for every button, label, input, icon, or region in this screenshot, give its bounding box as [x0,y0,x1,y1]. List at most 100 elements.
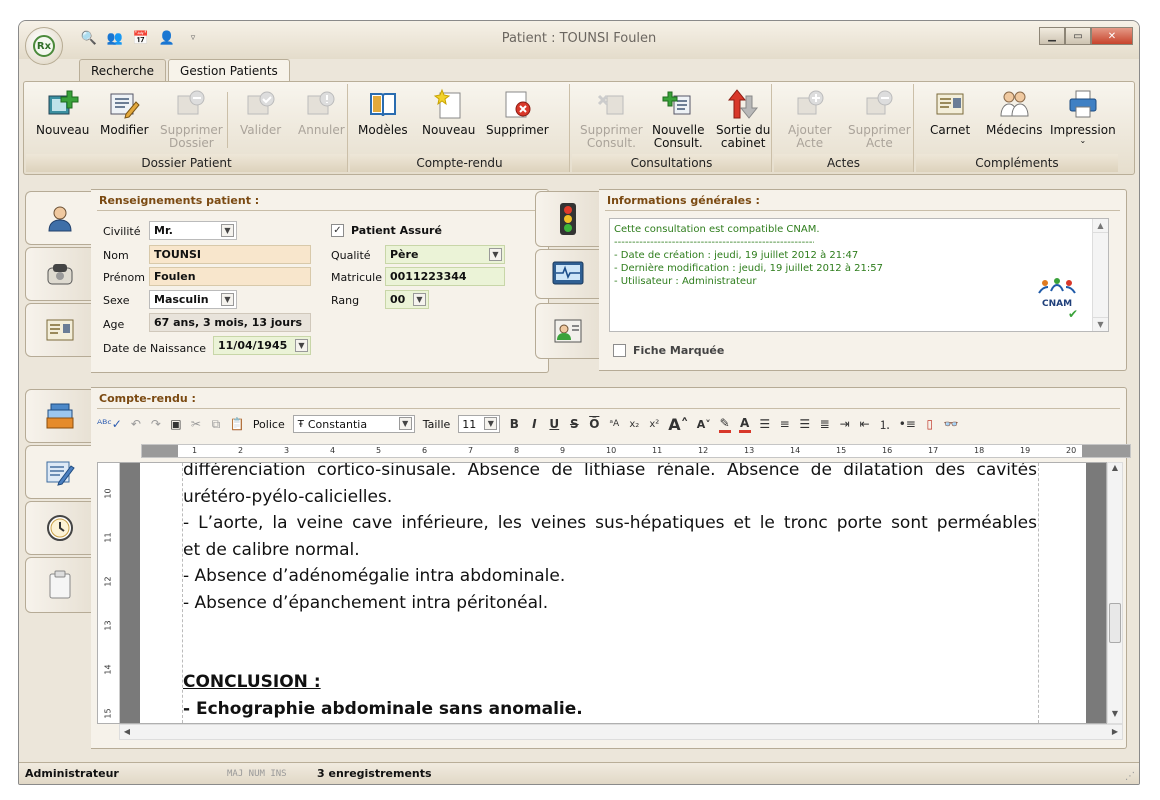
bullet-list-icon[interactable]: •≡ [899,417,916,431]
scroll-thumb[interactable] [1109,603,1121,643]
horizontal-ruler[interactable]: 1 2 3 4 5 6 7 8 9 10 11 12 13 14 15 16 17 18 19 20 [141,444,1131,458]
chevron-down-icon: ▼ [413,293,426,306]
document-editor[interactable]: 10 11 12 13 14 15 différenciation cortico-sin… [97,462,1107,724]
chevron-down-icon[interactable]: ⌄ [1079,137,1086,145]
nouvelle-consult-button[interactable]: Nouvelle Consult. [652,88,704,150]
tab-recherche[interactable]: Recherche [79,59,167,81]
document-hscrollbar[interactable]: ◀ ▶ [119,724,1123,740]
nouveau-patient-button[interactable]: Nouveau [36,88,89,137]
grow-font-icon[interactable]: A˄ [668,415,688,434]
scroll-down-icon[interactable]: ▼ [1093,317,1108,331]
page-break-icon[interactable]: ▯ [924,417,936,431]
info-scrollbar[interactable]: ▲ ▼ [1092,219,1108,331]
indent-icon[interactable]: ⇥ [839,417,851,431]
subscript-icon[interactable]: x₂ [628,419,640,430]
tab-gestion-patients[interactable]: Gestion Patients [168,59,290,82]
paste-icon[interactable]: 📋 [230,417,245,431]
side-tab-contact[interactable] [535,303,601,359]
preview-icon[interactable]: ▣ [170,417,182,431]
dob-field[interactable]: 11/04/1945 ▼ [213,336,311,355]
minimize-button[interactable]: ▁ [1039,27,1065,45]
superscript-icon[interactable]: x² [648,419,660,430]
side-tab-compte-rendu[interactable] [25,445,95,499]
side-tab-patient[interactable] [25,191,95,245]
vruler-mark: 13 [103,620,113,631]
italic-icon[interactable]: I [528,417,540,431]
ajouter-acte-button[interactable]: Ajouter Acte [788,88,832,150]
ruler-mark: 16 [882,446,893,455]
bold-icon[interactable]: B [508,417,520,431]
copy-icon[interactable]: ⧉ [210,417,222,432]
maximize-button[interactable]: ▭ [1065,27,1091,45]
scroll-down-icon[interactable]: ▼ [1108,709,1122,723]
close-button[interactable]: ✕ [1091,27,1133,45]
matricule-field[interactable]: 0011223344 [385,267,505,286]
supprimer-compte-rendu-button[interactable]: Supprimer [486,88,549,137]
fiche-marquee-checkbox[interactable] [613,344,626,357]
size-select[interactable]: 11 ▼ [458,415,501,433]
modifier-button[interactable]: Modifier [100,88,149,137]
delete-document-icon [505,91,531,118]
medecins-button[interactable]: Médecins [986,88,1043,137]
info-text-box[interactable]: Cette consultation est compatible CNAM. … [609,218,1109,332]
document-vscrollbar[interactable]: ▲ ▼ [1107,462,1123,724]
align-right-icon[interactable]: ☰ [799,417,811,431]
id-card-icon [936,93,964,115]
scroll-up-icon[interactable]: ▲ [1108,463,1122,477]
prenom-field[interactable]: Foulen [149,267,311,286]
supprimer-acte-button[interactable]: Supprimer Acte [848,88,911,150]
spellcheck-icon[interactable]: ᴬᴮᶜ✓ [97,417,122,431]
align-center-icon[interactable]: ≡ [779,417,791,431]
side-tab-status[interactable] [535,191,601,247]
vruler-mark: 15 [103,708,113,719]
carnet-button[interactable]: Carnet [930,88,970,137]
app-orb-button[interactable]: Rx [25,27,63,65]
underline-icon[interactable]: U [548,417,560,431]
cut-icon[interactable]: ✂ [190,417,202,431]
supprimer-consult-button[interactable]: Supprimer Consult. [580,88,643,150]
side-tab-clipboard[interactable] [25,557,95,613]
text-line: - L’aorte, la veine cave inférieure, les… [183,513,1037,533]
resize-grip-icon[interactable]: ⋰ [1125,771,1135,782]
side-tab-monitor[interactable] [535,249,601,299]
side-tab-documents[interactable] [25,389,95,443]
highlight-icon[interactable]: ✎ [718,416,731,433]
patient-section-title: Renseignements patient : [99,194,260,207]
document-text[interactable]: différenciation cortico-sinusale. Absenc… [183,463,1037,722]
side-tab-history[interactable] [25,501,95,555]
font-select[interactable]: Ŧ Constantia ▼ [292,415,415,433]
nouveau-compte-rendu-button[interactable]: Nouveau [422,88,475,137]
justify-icon[interactable]: ≣ [819,417,831,431]
sexe-select[interactable]: Masculin ▼ [149,290,237,309]
modeles-button[interactable]: Modèles [358,88,408,137]
undo-icon[interactable]: ↶ [130,417,142,431]
outdent-icon[interactable]: ⇤ [859,417,871,431]
find-icon[interactable]: 👓 [944,417,959,431]
side-tab-card[interactable] [25,303,95,357]
shrink-font-icon[interactable]: A˅ [697,418,711,431]
user-text: - Utilisateur : Administrateur [614,276,757,287]
qualite-select[interactable]: Père ▼ [385,245,505,264]
sortie-cabinet-button[interactable]: Sortie du cabinet [716,88,770,150]
font-color-icon[interactable]: A [738,416,751,433]
overline-icon[interactable]: Ō [588,417,600,431]
rang-select[interactable]: 00 ▼ [385,290,429,309]
change-case-icon[interactable]: ᵃA [608,419,620,429]
scroll-up-icon[interactable]: ▲ [1093,219,1108,233]
side-tab-phone[interactable] [25,247,95,301]
strikethrough-icon[interactable]: S [568,417,580,431]
align-left-icon[interactable]: ☰ [759,417,771,431]
civilite-select[interactable]: Mr. ▼ [149,221,237,240]
supprimer-dossier-button[interactable]: Supprimer Dossier [160,88,223,150]
nom-field[interactable]: TOUNSI [149,245,311,264]
document-page[interactable]: différenciation cortico-sinusale. Absenc… [140,463,1086,723]
impression-button[interactable]: Impression ⌄ [1050,88,1116,145]
patient-assure-checkbox[interactable]: ✓ [331,224,344,237]
annuler-button[interactable]: Annuler [298,88,345,137]
scroll-right-icon[interactable]: ▶ [1108,725,1122,739]
scroll-left-icon[interactable]: ◀ [120,725,134,739]
valider-button[interactable]: Valider [240,88,281,137]
redo-icon[interactable]: ↷ [150,417,162,431]
numbered-list-icon[interactable]: ⒈ [879,416,891,433]
vruler-mark: 11 [103,532,113,543]
